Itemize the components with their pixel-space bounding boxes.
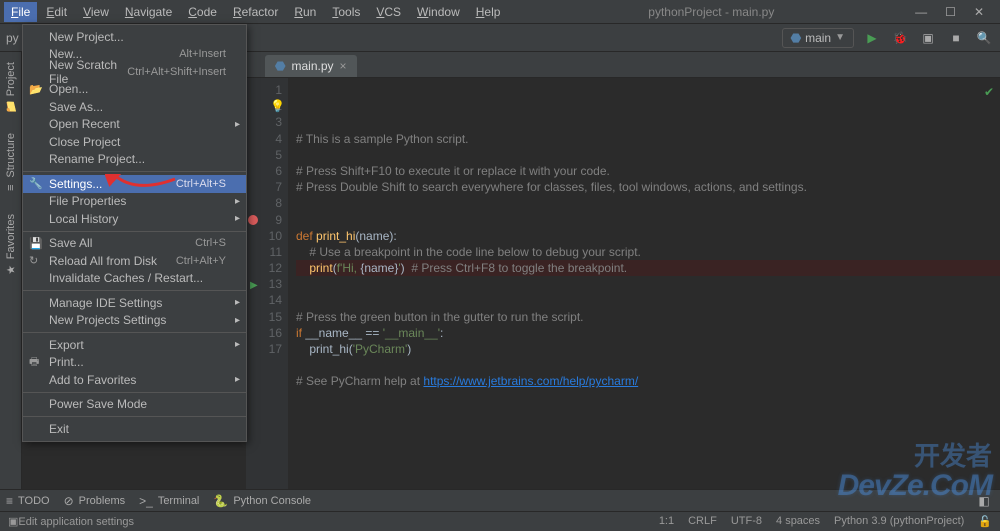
menu-item-save-all[interactable]: 💾Save AllCtrl+S [23, 235, 246, 253]
menubar-view[interactable]: View [76, 2, 116, 22]
readonly-lock-icon[interactable]: 🔓 [978, 515, 992, 528]
menu-item-new-project[interactable]: New Project... [23, 28, 246, 46]
bottom-tab-todo[interactable]: ≡TODO [6, 494, 50, 508]
menu-item-print[interactable]: 🖶Print... [23, 354, 246, 372]
inspection-check-icon[interactable]: ✔ [984, 84, 994, 100]
menubar-file[interactable]: File [4, 2, 37, 22]
maximize-icon[interactable]: ☐ [945, 5, 956, 19]
window-title: pythonProject - main.py [507, 5, 915, 19]
run-with-coverage-button[interactable]: ▣ [918, 28, 938, 48]
status-line-sep[interactable]: CRLF [688, 515, 717, 528]
menu-item-settings[interactable]: 🔧Settings...Ctrl+Alt+S [23, 175, 246, 193]
run-config-name: main [805, 31, 831, 45]
menu-item-new-projects-settings[interactable]: New Projects Settings▸ [23, 312, 246, 330]
menu-item-save-as[interactable]: Save As... [23, 98, 246, 116]
stop-button[interactable]: ■ [946, 28, 966, 48]
bottom-tab-terminal[interactable]: >_Terminal [139, 494, 199, 508]
side-tab-structure[interactable]: ≡Structure [2, 123, 20, 204]
breadcrumb[interactable]: py [6, 31, 19, 45]
bottom-tool-tabs: ≡TODO⊘Problems>_Terminal🐍Python Console … [0, 489, 1000, 511]
menu-item-rename-project[interactable]: Rename Project... [23, 151, 246, 169]
menubar-help[interactable]: Help [469, 2, 508, 22]
menubar-tools[interactable]: Tools [325, 2, 367, 22]
menu-item-add-to-favorites[interactable]: Add to Favorites▸ [23, 371, 246, 389]
menu-item-file-properties[interactable]: File Properties▸ [23, 193, 246, 211]
file-menu-popup: New Project...New...Alt+InsertNew Scratc… [22, 24, 247, 442]
event-log-button[interactable]: ◧ [974, 491, 994, 511]
status-encoding[interactable]: UTF-8 [731, 515, 762, 528]
menubar-refactor[interactable]: Refactor [226, 2, 285, 22]
title-bar: FileEditViewNavigateCodeRefactorRunTools… [0, 0, 1000, 24]
menubar-run[interactable]: Run [287, 2, 323, 22]
close-tab-icon[interactable]: × [340, 59, 347, 73]
menubar-navigate[interactable]: Navigate [118, 2, 179, 22]
bottom-tab-problems[interactable]: ⊘Problems [64, 494, 126, 508]
menu-item-invalidate-caches-restart[interactable]: Invalidate Caches / Restart... [23, 270, 246, 288]
menu-item-new-scratch-file[interactable]: New Scratch FileCtrl+Alt+Shift+Insert [23, 63, 246, 81]
status-position[interactable]: 1:1 [659, 515, 674, 528]
menubar-code[interactable]: Code [181, 2, 224, 22]
gutter[interactable]: 12💡345678910111213▶14151617 [246, 78, 288, 489]
status-bar: ▣ Edit application settings 1:1 CRLF UTF… [0, 511, 1000, 531]
menu-item-close-project[interactable]: Close Project [23, 133, 246, 151]
status-indent[interactable]: 4 spaces [776, 515, 820, 528]
menu-bar: FileEditViewNavigateCodeRefactorRunTools… [4, 2, 507, 22]
left-tool-sidebar: 📁Project≡Structure★Favorites [0, 52, 22, 489]
code-content[interactable]: ✔ # This is a sample Python script.# Pre… [288, 78, 1000, 489]
debug-button[interactable]: 🐞 [890, 28, 910, 48]
close-icon[interactable]: ✕ [974, 5, 984, 19]
run-config-selector[interactable]: ⬣ main ▼ [782, 28, 854, 48]
python-icon: ⬣ [791, 31, 801, 45]
menubar-window[interactable]: Window [410, 2, 467, 22]
bottom-tab-python-console[interactable]: 🐍Python Console [213, 494, 311, 508]
python-file-icon: ⬣ [275, 59, 285, 73]
status-message: Edit application settings [18, 516, 134, 528]
side-tab-favorites[interactable]: ★Favorites [2, 204, 20, 286]
menu-item-open-recent[interactable]: Open Recent▸ [23, 116, 246, 134]
run-button[interactable]: ▶ [862, 28, 882, 48]
menu-item-open[interactable]: 📂Open... [23, 81, 246, 99]
menu-item-manage-ide-settings[interactable]: Manage IDE Settings▸ [23, 294, 246, 312]
search-everywhere-button[interactable]: 🔍 [974, 28, 994, 48]
menu-item-reload-all-from-disk[interactable]: ↻Reload All from DiskCtrl+Alt+Y [23, 252, 246, 270]
editor-tab-label: main.py [291, 59, 333, 73]
status-interpreter[interactable]: Python 3.9 (pythonProject) [834, 515, 964, 528]
menu-item-local-history[interactable]: Local History▸ [23, 210, 246, 228]
minimize-icon[interactable]: — [915, 5, 927, 19]
menubar-edit[interactable]: Edit [39, 2, 74, 22]
menu-item-power-save-mode[interactable]: Power Save Mode [23, 396, 246, 414]
tool-window-toggle-icon[interactable]: ▣ [8, 515, 18, 528]
chevron-down-icon: ▼ [835, 32, 845, 43]
side-tab-project[interactable]: 📁Project [1, 52, 21, 123]
window-controls: — ☐ ✕ [915, 5, 996, 19]
menu-item-export[interactable]: Export▸ [23, 336, 246, 354]
editor-tab-main[interactable]: ⬣ main.py × [265, 55, 357, 77]
menu-item-exit[interactable]: Exit [23, 420, 246, 438]
menubar-vcs[interactable]: VCS [369, 2, 408, 22]
